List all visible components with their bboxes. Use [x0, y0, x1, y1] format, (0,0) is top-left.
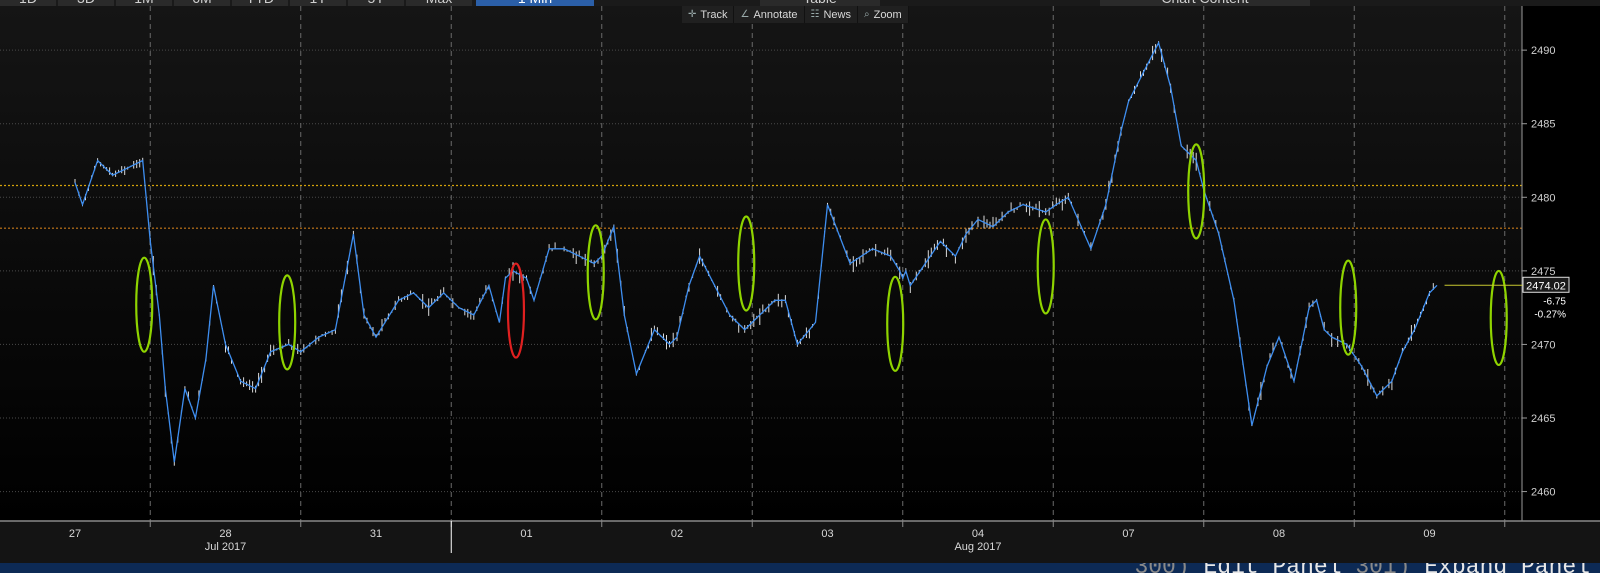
price-chart[interactable]: 2460 2465 2470 2475 2480 2485 2490 2474.02 -6.7…	[0, 0, 1600, 563]
x-month-label: Aug 2017	[954, 541, 1001, 553]
command-status-bar: 300) Edit Panel 301) Expand Panel	[0, 563, 1600, 573]
panel-commands: 300) Edit Panel 301) Expand Panel	[1134, 563, 1590, 573]
top-tab[interactable]: 1 Min	[476, 0, 594, 6]
chart-toolbar: ✛ Track ∠ Annotate ☷ News ⌕ Zoom	[682, 6, 909, 23]
y-tick-label: 2470	[1531, 339, 1555, 351]
x-month-label: Jul 2017	[205, 541, 247, 553]
top-tab[interactable]: 3D	[58, 0, 114, 6]
x-tick-label: 02	[671, 528, 683, 540]
x-tick-label: 28	[219, 528, 231, 540]
y-tick-label: 2475	[1531, 266, 1555, 278]
price-change-label: -6.75	[1543, 296, 1566, 307]
x-tick-label: 07	[1122, 528, 1134, 540]
top-tab[interactable]: YTD	[232, 0, 288, 6]
x-tick-label: 09	[1423, 528, 1435, 540]
news-icon: ☷	[810, 9, 820, 20]
last-price-label: 2474.02	[1526, 280, 1566, 292]
x-tick-label: 04	[972, 528, 984, 540]
magnifier-icon: ⌕	[863, 9, 870, 20]
pencil-icon: ∠	[740, 9, 750, 20]
news-button[interactable]: ☷ News	[805, 6, 858, 23]
pct-change-label: -0.27%	[1534, 309, 1566, 320]
track-button[interactable]: ✛ Track	[682, 6, 735, 23]
top-tab[interactable]: Chart Content	[1100, 0, 1310, 6]
expand-panel-number: 301)	[1355, 563, 1410, 573]
top-tab[interactable]: Max	[406, 0, 472, 6]
news-label: News	[823, 8, 851, 21]
annotate-button[interactable]: ∠ Annotate	[734, 6, 805, 23]
top-tab[interactable]: 1Y	[290, 0, 346, 6]
top-tab[interactable]: 6M	[174, 0, 230, 6]
y-tick-label: 2465	[1531, 413, 1555, 425]
y-tick-label: 2460	[1531, 487, 1555, 499]
y-tick-label: 2480	[1531, 192, 1555, 204]
y-tick-label: 2490	[1531, 45, 1555, 57]
x-tick-label: 31	[370, 528, 382, 540]
annotate-label: Annotate	[753, 8, 798, 21]
x-tick-label: 01	[520, 528, 532, 540]
crosshair-icon: ✛	[688, 9, 697, 20]
edit-panel-number: 300)	[1134, 563, 1189, 573]
top-tab[interactable]: 5Y	[348, 0, 404, 6]
zoom-button[interactable]: ⌕ Zoom	[858, 6, 909, 23]
track-label: Track	[700, 8, 728, 21]
y-tick-label: 2485	[1531, 119, 1555, 131]
edit-panel-command[interactable]: Edit Panel	[1203, 563, 1341, 573]
zoom-label: Zoom	[873, 8, 902, 21]
x-tick-label: 03	[821, 528, 833, 540]
top-tab[interactable]: 1D	[0, 0, 56, 6]
x-tick-label: 27	[69, 528, 81, 540]
x-tick-label: 08	[1273, 528, 1285, 540]
expand-panel-command[interactable]: Expand Panel	[1424, 563, 1590, 573]
top-tab[interactable]: 1M	[116, 0, 172, 6]
